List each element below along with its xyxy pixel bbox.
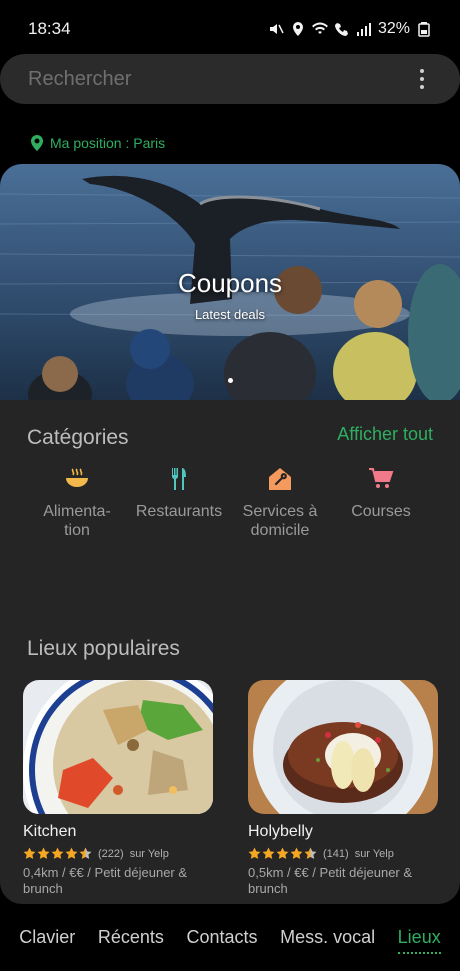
location-pin-icon [31,135,43,151]
place-photo [23,680,213,814]
nav-keypad[interactable]: Clavier [19,927,75,948]
star-icon [248,847,261,859]
rating-row: (141) sur Yelp [248,847,438,860]
review-source: sur Yelp [129,847,169,860]
review-source: sur Yelp [354,847,394,860]
place-card-holybelly[interactable]: Holybelly (141) sur Yelp 0,5km / €€ / Pe… [248,680,438,897]
star-icon [262,847,275,859]
review-count: (222) [98,847,124,860]
signal-icon [356,23,371,36]
star-icon [51,847,64,859]
nav-recents[interactable]: Récents [98,927,164,948]
location-indicator[interactable]: Ma position : Paris [30,135,165,151]
battery-percent: 32% [377,20,410,37]
half-star-icon [304,847,317,859]
food-bowl-icon [66,468,88,487]
shopping-cart-icon [369,468,394,488]
star-icon [290,847,303,859]
category-restaurants[interactable]: Restaurants [126,466,232,521]
fork-knife-icon [171,468,186,490]
banner-subtitle: Latest deals [194,307,266,322]
nav-places[interactable]: Lieux [397,927,441,954]
nav-contacts[interactable]: Contacts [186,927,257,948]
place-name: Kitchen [23,823,77,840]
banner-title: Coupons [177,268,283,298]
popular-places-title: Lieux populaires [27,637,180,660]
status-icons: 32% [268,20,432,38]
star-icon [65,847,78,859]
status-bar: 18:34 32% [0,0,460,58]
review-count: (141) [323,847,349,860]
half-star-icon [79,847,92,859]
search-bar[interactable]: Rechercher [0,54,460,104]
category-label: Services à domicile [242,503,318,539]
category-home-services[interactable]: Services à domicile [227,466,333,540]
wifi-call-icon [334,23,348,36]
star-icon [276,847,289,859]
search-input[interactable]: Rechercher [28,68,412,91]
nav-voicemail[interactable]: Mess. vocal [280,927,375,948]
show-all-link[interactable]: Afficher tout [337,424,433,445]
star-rating [23,847,92,860]
category-label: Restaurants [135,503,223,520]
categories-title: Catégories [27,426,129,449]
content-panel: Catégories Afficher tout Alimenta- tion … [0,400,460,904]
status-time: 18:34 [28,19,71,38]
category-food[interactable]: Alimenta- tion [24,466,130,540]
battery-icon [418,22,430,37]
carousel-indicator [228,378,233,383]
category-label: Courses [351,503,411,520]
rating-row: (222) sur Yelp [23,847,213,860]
star-icon [37,847,50,859]
category-label: Alimenta- tion [43,503,111,539]
place-photo [248,680,438,814]
place-card-kitchen[interactable]: Kitchen (222) sur Yelp 0,4km / €€ / Peti… [23,680,213,897]
location-label: Ma position : Paris [50,135,166,151]
location-pin-icon [292,22,303,36]
star-rating [248,847,317,860]
bottom-navigation: Clavier Récents Contacts Mess. vocal Lie… [0,904,460,971]
more-options-icon[interactable] [412,64,432,94]
wifi-icon [311,22,328,34]
home-repair-icon [269,468,291,490]
place-name: Holybelly [248,823,313,840]
category-shopping[interactable]: Courses [328,466,434,521]
place-info: 0,5km / €€ / Petit déjeuner & brunch [248,865,413,896]
place-info: 0,4km / €€ / Petit déjeuner & brunch [23,865,188,896]
mute-icon [269,24,284,34]
coupons-banner[interactable]: Coupons Latest deals [0,164,460,404]
star-icon [23,847,36,859]
